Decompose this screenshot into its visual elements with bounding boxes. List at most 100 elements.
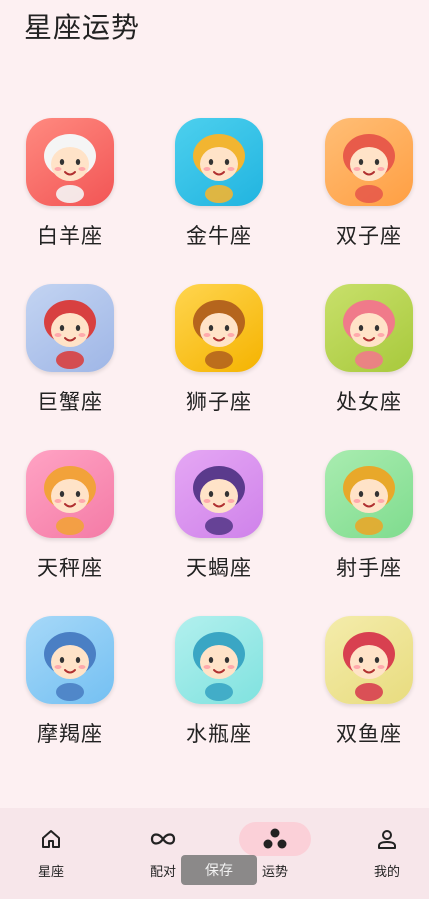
character-illustration bbox=[193, 300, 245, 369]
sign-card-virgo[interactable]: 处女座 bbox=[294, 284, 429, 416]
character-illustration bbox=[44, 632, 96, 701]
character-part bbox=[377, 333, 385, 337]
character-part bbox=[51, 313, 89, 347]
character-part bbox=[203, 333, 211, 337]
character-part bbox=[350, 147, 388, 181]
character-part bbox=[54, 499, 62, 503]
character-part bbox=[350, 479, 388, 513]
character-illustration bbox=[193, 466, 245, 535]
sign-card-pisces[interactable]: 双鱼座 bbox=[294, 616, 429, 748]
sign-card-scorpio[interactable]: 天蝎座 bbox=[144, 450, 294, 582]
sign-card-aries[interactable]: 白羊座 bbox=[0, 118, 145, 250]
character-part bbox=[208, 491, 214, 497]
character-part bbox=[51, 147, 89, 181]
pisces-icon bbox=[325, 616, 413, 704]
nav-label: 星座 bbox=[37, 865, 64, 880]
sign-label: 天蝎座 bbox=[186, 556, 252, 580]
sign-label: 处女座 bbox=[336, 390, 402, 414]
infinity-icon bbox=[150, 833, 176, 845]
sign-label: 狮子座 bbox=[186, 390, 252, 414]
character-part bbox=[200, 645, 238, 679]
person-icon bbox=[378, 830, 396, 849]
character-part bbox=[374, 325, 380, 331]
cancer-icon bbox=[26, 284, 114, 372]
sign-card-gemini[interactable]: 双子座 bbox=[294, 118, 429, 250]
sagittarius-icon bbox=[325, 450, 413, 538]
character-part bbox=[355, 351, 383, 369]
libra-icon bbox=[26, 450, 114, 538]
sign-card-sagittarius[interactable]: 射手座 bbox=[294, 450, 429, 582]
character-part bbox=[54, 167, 62, 171]
sign-label: 巨蟹座 bbox=[37, 390, 103, 414]
character-part bbox=[54, 665, 62, 669]
character-part bbox=[205, 683, 233, 701]
character-part bbox=[200, 313, 238, 347]
character-part bbox=[203, 167, 211, 171]
character-part bbox=[377, 167, 385, 171]
bottom-nav: 星座 配对 运势 我的 bbox=[0, 808, 429, 899]
character-part bbox=[355, 517, 383, 535]
sign-label: 水瓶座 bbox=[186, 722, 252, 746]
save-toast: 保存 bbox=[181, 855, 257, 885]
sign-card-libra[interactable]: 天秤座 bbox=[0, 450, 145, 582]
aquarius-icon bbox=[175, 616, 263, 704]
character-part bbox=[59, 159, 65, 165]
nav-label: 我的 bbox=[373, 865, 400, 880]
character-illustration bbox=[44, 300, 96, 369]
character-part bbox=[75, 491, 81, 497]
character-part bbox=[350, 645, 388, 679]
character-part bbox=[75, 657, 81, 663]
sign-label: 白羊座 bbox=[37, 224, 103, 248]
character-part bbox=[353, 167, 361, 171]
character-illustration bbox=[193, 632, 245, 701]
sign-card-aquarius[interactable]: 水瓶座 bbox=[144, 616, 294, 748]
character-part bbox=[78, 499, 86, 503]
character-part bbox=[224, 325, 230, 331]
sign-label: 金牛座 bbox=[186, 224, 252, 248]
character-part bbox=[56, 683, 84, 701]
character-part bbox=[208, 159, 214, 165]
character-illustration bbox=[343, 466, 395, 535]
scorpio-icon bbox=[175, 450, 263, 538]
character-part bbox=[75, 325, 81, 331]
character-part bbox=[203, 499, 211, 503]
nav-pill bbox=[15, 822, 87, 856]
sign-card-leo[interactable]: 狮子座 bbox=[144, 284, 294, 416]
character-part bbox=[227, 665, 235, 669]
nav-item-xingzuo[interactable]: 星座 bbox=[1, 822, 101, 880]
character-part bbox=[205, 351, 233, 369]
character-part bbox=[200, 479, 238, 513]
character-part bbox=[358, 159, 364, 165]
character-part bbox=[208, 325, 214, 331]
nav-pill bbox=[351, 822, 423, 856]
character-part bbox=[56, 185, 84, 203]
character-part bbox=[59, 325, 65, 331]
character-part bbox=[78, 167, 86, 171]
sign-label: 摩羯座 bbox=[37, 722, 103, 746]
character-part bbox=[353, 499, 361, 503]
sign-card-taurus[interactable]: 金牛座 bbox=[144, 118, 294, 250]
capricorn-icon bbox=[26, 616, 114, 704]
character-part bbox=[51, 479, 89, 513]
leo-icon bbox=[175, 284, 263, 372]
nav-item-wode[interactable]: 我的 bbox=[337, 822, 429, 880]
character-part bbox=[78, 665, 86, 669]
character-part bbox=[358, 325, 364, 331]
character-illustration bbox=[44, 466, 96, 535]
virgo-icon bbox=[325, 284, 413, 372]
character-part bbox=[350, 313, 388, 347]
sign-card-capricorn[interactable]: 摩羯座 bbox=[0, 616, 145, 748]
nav-pill-active bbox=[239, 822, 311, 856]
character-part bbox=[374, 159, 380, 165]
character-part bbox=[208, 657, 214, 663]
character-illustration bbox=[193, 134, 245, 203]
sign-label: 双子座 bbox=[336, 224, 402, 248]
three-dots-icon bbox=[263, 828, 287, 849]
page-title: 星座运势 bbox=[24, 11, 141, 44]
character-part bbox=[205, 517, 233, 535]
character-part bbox=[227, 167, 235, 171]
character-part bbox=[227, 499, 235, 503]
sign-card-cancer[interactable]: 巨蟹座 bbox=[0, 284, 145, 416]
sign-label: 射手座 bbox=[336, 556, 402, 580]
character-part bbox=[374, 657, 380, 663]
